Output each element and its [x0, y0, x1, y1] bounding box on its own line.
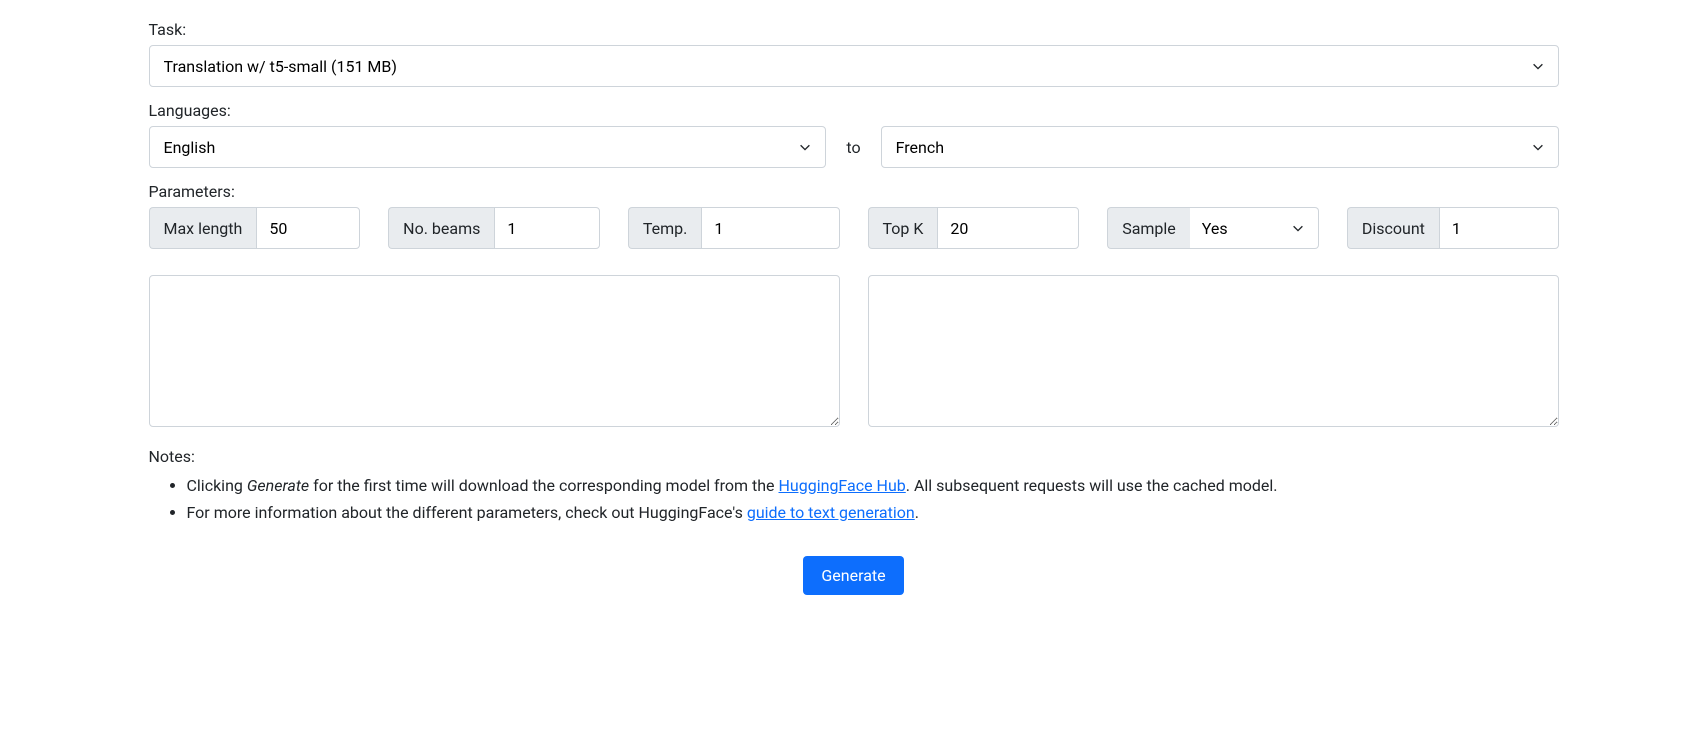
- discount-input[interactable]: [1439, 207, 1559, 249]
- notes-label: Notes:: [149, 447, 1559, 466]
- note-item-1: Clicking Generate for the first time wil…: [187, 472, 1559, 499]
- temp-label: Temp.: [628, 207, 702, 249]
- sample-select[interactable]: Yes: [1190, 207, 1319, 249]
- to-label: to: [842, 138, 864, 157]
- generate-button[interactable]: Generate: [803, 556, 903, 595]
- input-textarea[interactable]: [149, 275, 840, 427]
- source-language-select[interactable]: English: [149, 126, 827, 168]
- parameters-label: Parameters:: [149, 182, 1559, 201]
- languages-label: Languages:: [149, 101, 1559, 120]
- max-length-input[interactable]: [256, 207, 360, 249]
- no-beams-input[interactable]: [494, 207, 599, 249]
- task-label: Task:: [149, 20, 1559, 39]
- target-language-select[interactable]: French: [881, 126, 1559, 168]
- max-length-label: Max length: [149, 207, 257, 249]
- top-k-label: Top K: [868, 207, 938, 249]
- no-beams-label: No. beams: [388, 207, 494, 249]
- top-k-input[interactable]: [937, 207, 1079, 249]
- note-item-2: For more information about the different…: [187, 499, 1559, 526]
- huggingface-hub-link[interactable]: HuggingFace Hub: [779, 476, 906, 495]
- text-generation-guide-link[interactable]: guide to text generation: [747, 503, 915, 522]
- task-select[interactable]: Translation w/ t5-small (151 MB): [149, 45, 1559, 87]
- discount-label: Discount: [1347, 207, 1439, 249]
- output-textarea[interactable]: [868, 275, 1559, 427]
- temp-input[interactable]: [701, 207, 839, 249]
- sample-label: Sample: [1107, 207, 1190, 249]
